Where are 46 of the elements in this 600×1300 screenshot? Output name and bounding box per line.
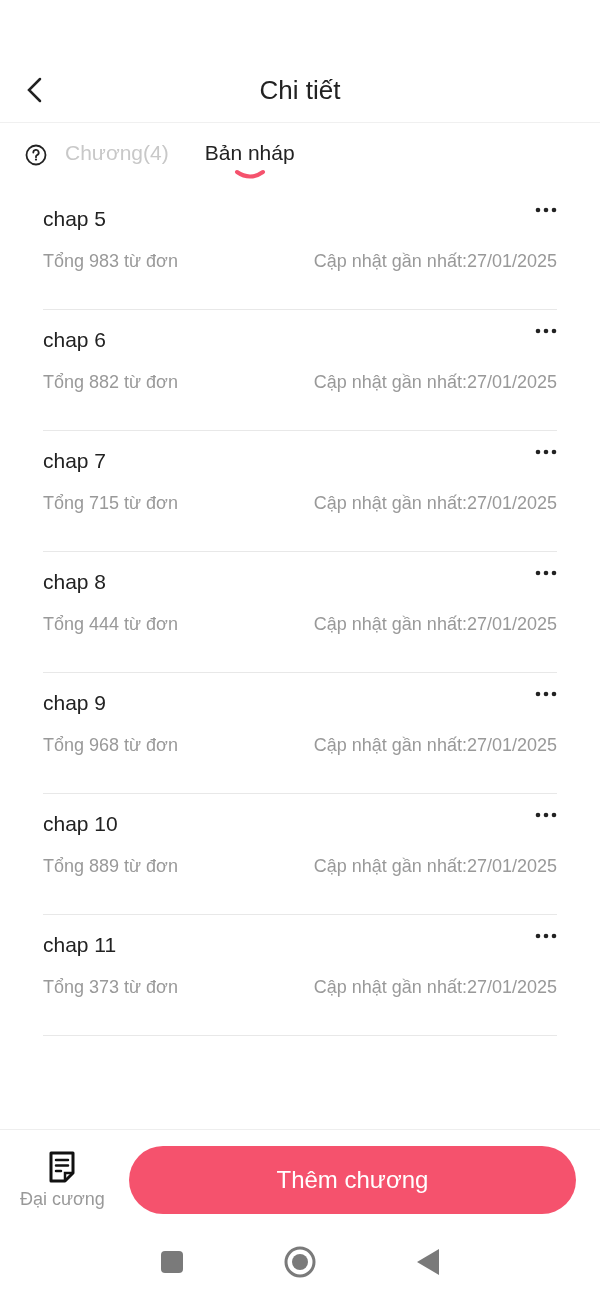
more-icon [535, 812, 557, 818]
more-icon [535, 570, 557, 576]
tab[interactable]: Bản nháp [186, 141, 313, 189]
chapter-title[interactable]: chap 6 [43, 328, 107, 352]
word-count: Tổng 444 từ đơn [43, 614, 178, 635]
word-count: Tổng 373 từ đơn [43, 977, 178, 998]
updated-date: Cập nhật gần nhất:27/01/2025 [313, 856, 557, 877]
help-icon[interactable] [25, 144, 47, 166]
document-icon [47, 1150, 78, 1183]
word-count: Tổng 715 từ đơn [43, 493, 178, 514]
updated-date: Cập nhật gần nhất:27/01/2025 [313, 614, 557, 635]
more-button[interactable] [535, 570, 557, 576]
back-nav-button[interactable] [416, 1248, 440, 1276]
more-button[interactable] [535, 812, 557, 818]
updated-date: Cập nhật gần nhất:27/01/2025 [313, 372, 557, 393]
word-count: Tổng 983 từ đơn [43, 251, 178, 272]
word-count: Tổng 968 từ đơn [43, 735, 178, 756]
chapter-title[interactable]: chap 10 [43, 812, 118, 836]
more-icon [535, 328, 557, 334]
recents-button[interactable] [160, 1250, 184, 1274]
more-icon [535, 691, 557, 697]
circle-icon [284, 1246, 316, 1278]
chapter-title[interactable]: chap 5 [43, 207, 107, 231]
chapter-title[interactable]: chap 11 [43, 933, 117, 957]
chapter-title[interactable]: chap 7 [43, 449, 107, 473]
page-title: Chi tiết [259, 74, 341, 106]
word-count: Tổng 889 từ đơn [43, 856, 178, 877]
updated-date: Cập nhật gần nhất:27/01/2025 [313, 493, 557, 514]
updated-date: Cập nhật gần nhất:27/01/2025 [313, 251, 557, 272]
triangle-icon [416, 1248, 440, 1276]
chapter-title[interactable]: chap 9 [43, 691, 107, 715]
tab-indicator-icon [233, 169, 266, 179]
home-button[interactable] [284, 1246, 316, 1278]
more-button[interactable] [535, 691, 557, 697]
more-icon [535, 207, 557, 213]
more-button[interactable] [535, 207, 557, 213]
more-button[interactable] [535, 933, 557, 939]
more-icon [535, 933, 557, 939]
updated-date: Cập nhật gần nhất:27/01/2025 [313, 977, 557, 998]
word-count: Tổng 882 từ đơn [43, 372, 178, 393]
updated-date: Cập nhật gần nhất:27/01/2025 [313, 735, 557, 756]
more-button[interactable] [535, 449, 557, 455]
more-icon [535, 449, 557, 455]
square-icon [160, 1250, 184, 1274]
chapter-title[interactable]: chap 8 [43, 570, 107, 594]
more-button[interactable] [535, 328, 557, 334]
